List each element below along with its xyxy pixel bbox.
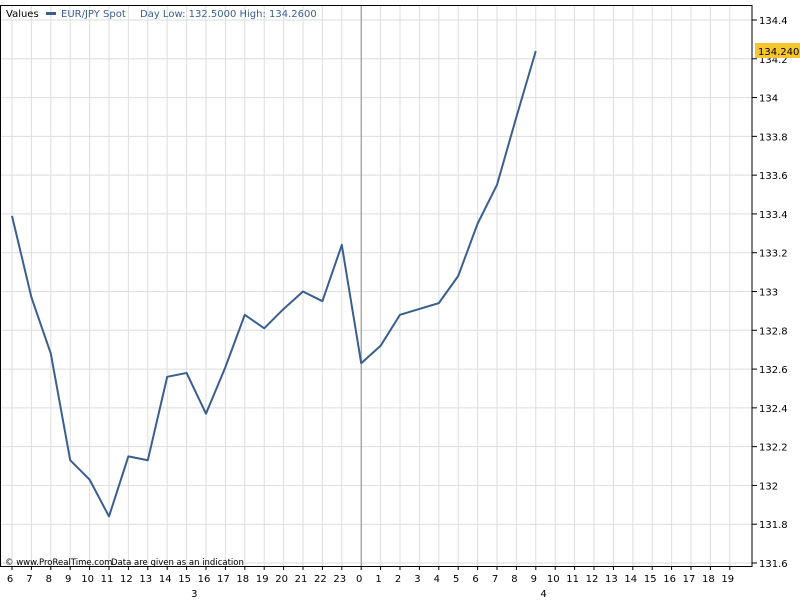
x-tick-label: 7: [492, 574, 498, 585]
x-tick-label: 23: [333, 574, 346, 585]
legend-swatch: [46, 12, 56, 15]
x-tick-label: 17: [217, 574, 230, 585]
legend-series-name: EUR/JPY Spot: [61, 9, 126, 20]
x-tick-label: 12: [120, 574, 133, 585]
day-label: 4: [540, 589, 546, 600]
y-tick-label: 132: [759, 481, 778, 492]
x-tick-label: 8: [46, 574, 52, 585]
x-tick-label: 17: [683, 574, 696, 585]
plot-border: [0, 5, 753, 567]
x-tick-label: 21: [295, 574, 308, 585]
eurjpy-chart[interactable]: 131.6 131.8 132 132.2 132.4 132.6 132.8 133 133.…: [0, 0, 800, 600]
x-tick-label: 1: [375, 574, 381, 585]
x-tick-label: 6: [7, 574, 13, 585]
x-tick-label: 13: [139, 574, 152, 585]
y-axis: 131.6 131.8 132 132.2 132.4 132.6 132.8 133 133.…: [752, 16, 788, 570]
x-tick-label: 4: [434, 574, 440, 585]
copyright-text: © www.ProRealTime.com: [5, 558, 112, 568]
y-tick-label: 132.4: [759, 404, 788, 415]
x-tick-label: 9: [531, 574, 537, 585]
x-tick-label: 7: [26, 574, 32, 585]
y-tick-label: 133.6: [759, 171, 788, 182]
y-tick-label: 133.4: [759, 210, 788, 221]
day-label: 3: [191, 589, 197, 600]
x-tick-label: 6: [472, 574, 478, 585]
x-tick-label: 13: [605, 574, 618, 585]
x-tick-label: 19: [256, 574, 269, 585]
x-tick-label: 11: [101, 574, 114, 585]
grid-layer: [0, 5, 752, 566]
x-tick-label: 15: [644, 574, 657, 585]
x-tick-label: 10: [81, 574, 94, 585]
y-tick-label: 132.8: [759, 326, 788, 337]
x-tick-label: 22: [314, 574, 327, 585]
y-tick-label: 131.8: [759, 520, 788, 531]
legend: Values EUR/JPY Spot Day Low: 132.5000 Hi…: [6, 9, 317, 20]
plot-frame: [0, 5, 753, 567]
x-tick-label: 18: [702, 574, 715, 585]
footer-notes: © www.ProRealTime.com Data are given as …: [5, 558, 244, 568]
chart-canvas[interactable]: 131.6131.8132132.2132.4132.6132.8133133.…: [0, 0, 800, 600]
x-tick-label: 16: [663, 574, 676, 585]
y-tick-label: 132.2: [759, 443, 788, 454]
x-tick-label: 9: [65, 574, 71, 585]
x-axis: 6 7 8 9 10 11 12 13 14 15 16 17 18 19 20 21 22 23 0 1 2 3 4 5 6 7…: [7, 566, 734, 600]
y-tick-label: 132.6: [759, 365, 788, 376]
x-tick-label: 15: [178, 574, 191, 585]
y-tick-label: 134.4: [759, 16, 788, 27]
x-tick-label: 20: [275, 574, 288, 585]
x-tick-label: 5: [453, 574, 459, 585]
day-range-label: Day Low: 132.5000 High: 134.2600: [140, 9, 317, 20]
x-tick-label: 16: [198, 574, 211, 585]
x-tick-label: 0: [356, 574, 362, 585]
x-tick-label: 18: [236, 574, 249, 585]
y-tick-label: 133: [759, 288, 778, 299]
y-tick-label: 133.2: [759, 249, 788, 260]
disclaimer-text: Data are given as an indication: [111, 558, 244, 568]
x-tick-label: 19: [721, 574, 734, 585]
y-tick-label: 133.8: [759, 132, 788, 143]
x-tick-label: 8: [511, 574, 517, 585]
x-tick-label: 12: [586, 574, 599, 585]
x-tick-label: 14: [624, 574, 637, 585]
last-value-text: 134.2400: [758, 47, 800, 58]
x-tick-label: 14: [159, 574, 172, 585]
x-tick-label: 3: [414, 574, 420, 585]
x-tick-label: 2: [395, 574, 401, 585]
values-label: Values: [6, 9, 39, 20]
x-tick-label: 10: [547, 574, 560, 585]
x-tick-label: 11: [566, 574, 579, 585]
y-tick-label: 131.6: [759, 559, 788, 570]
last-value-badge: 134.2400: [755, 43, 800, 58]
y-tick-label: 134: [759, 94, 778, 105]
